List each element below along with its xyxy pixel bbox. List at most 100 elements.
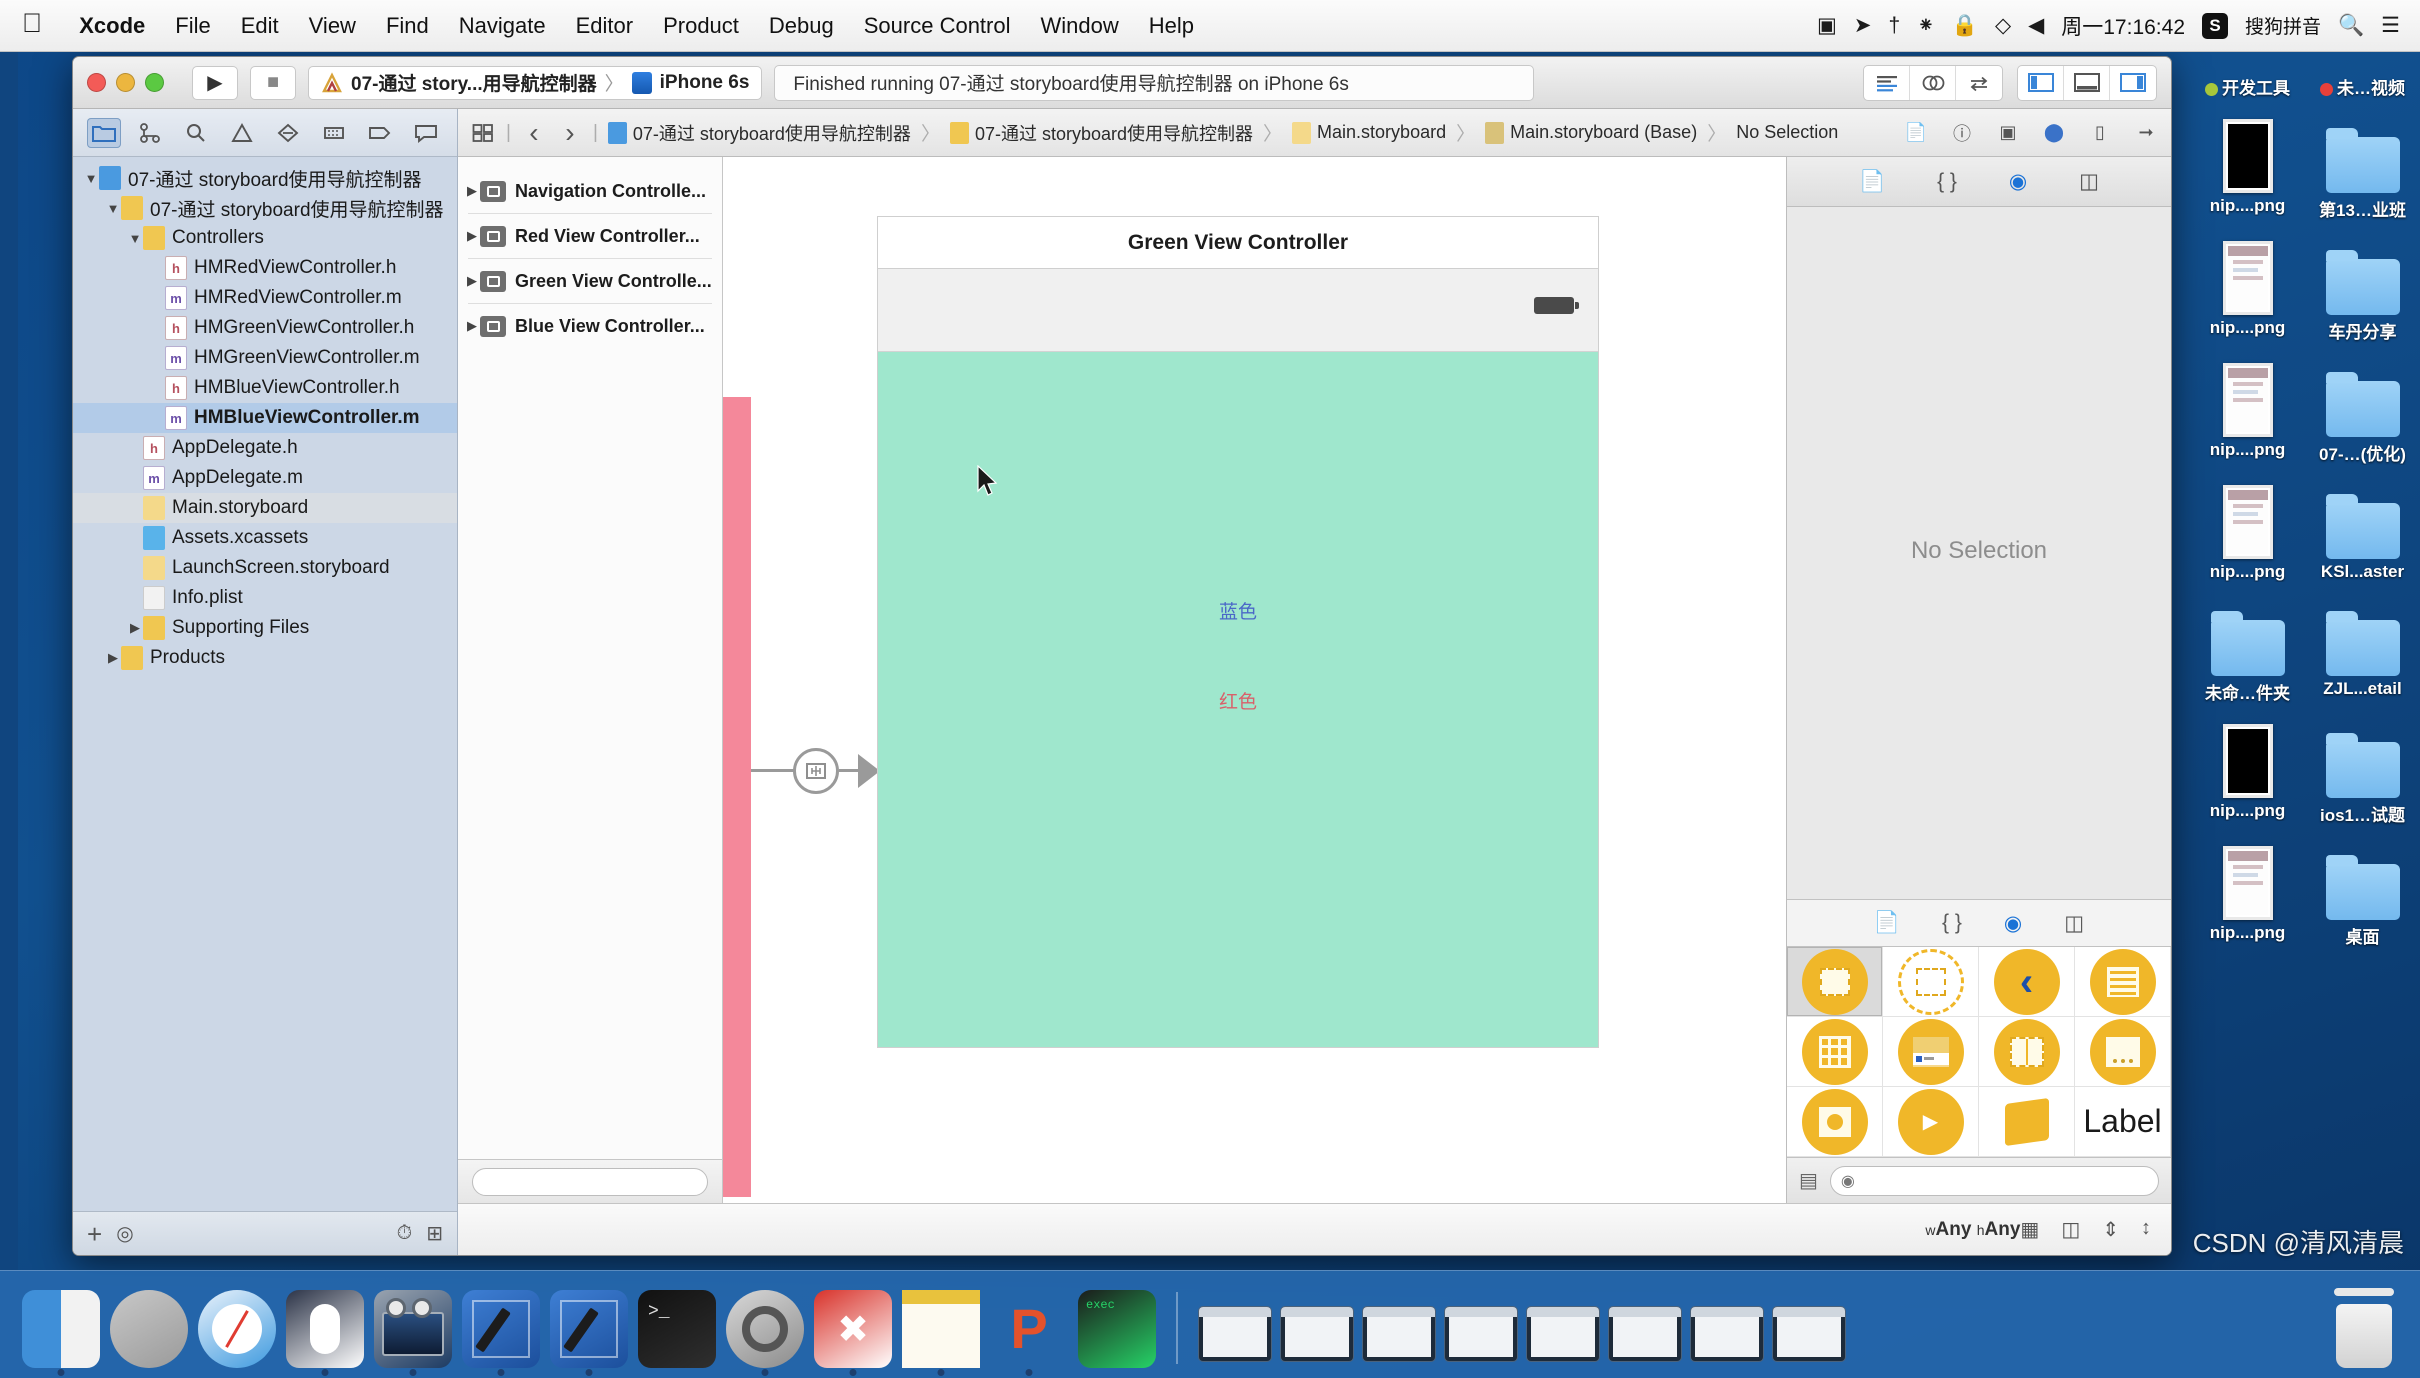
desktop-icon[interactable]: nip....png [2190, 465, 2305, 582]
dock-item-finder[interactable] [22, 1290, 100, 1376]
unsaved-files-icon[interactable]: ⊞ [426, 1221, 443, 1246]
disclosure-triangle-icon[interactable]: ▶ [464, 228, 480, 244]
desktop-icon[interactable]: ios1…试题 [2305, 704, 2420, 826]
dock-item-system-preferences[interactable] [726, 1290, 804, 1376]
menu-item-navigate[interactable]: Navigate [444, 13, 561, 39]
outline-row[interactable]: ▶ Red View Controller... [458, 214, 722, 258]
dock-minimized-window[interactable] [1526, 1306, 1600, 1362]
disclosure-triangle-icon[interactable]: ▶ [464, 273, 480, 289]
disclosure-triangle-icon[interactable]: ▶ [464, 318, 480, 334]
navigator-tab-breakpoint[interactable] [363, 118, 397, 148]
library-item-page-view-controller-object[interactable] [2075, 1017, 2171, 1087]
navigator-row[interactable]: m HMBlueViewController.m [73, 403, 457, 433]
library-item-storyboard-reference-object[interactable] [1883, 947, 1979, 1017]
page-icon[interactable]: 📄 [1903, 120, 1929, 146]
navigator-tab-debug[interactable] [317, 118, 351, 148]
toggle-debug-area-icon[interactable] [2064, 65, 2110, 100]
dock-item-exec-app[interactable]: exec [1078, 1290, 1156, 1368]
dock-item-notes[interactable] [902, 1290, 980, 1376]
library-item-object-cube[interactable] [1979, 1087, 2075, 1157]
arrow-icon[interactable]: ➞ [2133, 120, 2159, 146]
desktop-icon[interactable]: ZJL...etail [2305, 582, 2420, 704]
dock-minimized-window[interactable] [1362, 1306, 1436, 1362]
navigator-row[interactable]: LaunchScreen.storyboard [73, 553, 457, 583]
breadcrumb-item[interactable]: Main.storyboard [1292, 121, 1446, 144]
filter-icon[interactable]: ◎ [116, 1221, 133, 1246]
navigator-row[interactable]: h HMRedViewController.h [73, 253, 457, 283]
ime-label[interactable]: 搜狗拼音 [2245, 12, 2321, 39]
navigator-row[interactable]: h HMGreenViewController.h [73, 313, 457, 343]
scene-content-view[interactable]: 蓝色 红色 [878, 352, 1598, 1047]
resolve-icon[interactable]: ↕ [2141, 1217, 2151, 1242]
code-snippet-library-icon[interactable]: { } [1942, 911, 1962, 935]
menu-item-window[interactable]: Window [1026, 13, 1134, 39]
recent-files-icon[interactable]: ⏱ [397, 1222, 413, 1245]
file-inspector-icon[interactable]: 📄 [1859, 170, 1885, 194]
trash-icon[interactable] [2330, 1288, 2398, 1368]
dock-item-mouse-app[interactable] [286, 1290, 364, 1376]
disclosure-triangle-icon[interactable]: ▼ [105, 201, 121, 216]
disclosure-triangle-icon[interactable]: ▼ [83, 171, 99, 186]
menu-item-source-control[interactable]: Source Control [849, 13, 1026, 39]
breadcrumb-item[interactable]: 07-通过 storyboard使用导航控制器 [949, 120, 1253, 146]
library-item-table-view-controller-object[interactable] [2075, 947, 2171, 1017]
library-item-tab-bar-controller-object[interactable] [1883, 1017, 1979, 1087]
menu-bar-clock[interactable]: 周一17:16:42 [2061, 11, 2185, 41]
disclosure-triangle-icon[interactable]: ▶ [464, 183, 480, 199]
desktop-icon[interactable]: 第13…业班 [2305, 99, 2420, 221]
menu-item-product[interactable]: Product [648, 13, 754, 39]
standard-editor-icon[interactable] [1864, 65, 1910, 100]
library-item-view-controller-object[interactable] [1787, 947, 1883, 1017]
ime-badge-icon[interactable]: S [2202, 12, 2228, 39]
toggle-utilities-icon[interactable] [2110, 66, 2156, 100]
navigator-row[interactable]: m HMRedViewController.m [73, 283, 457, 313]
navigator-row[interactable]: h HMBlueViewController.h [73, 373, 457, 403]
quick-help-icon[interactable]: { } [1937, 170, 1957, 194]
disclosure-triangle-icon[interactable]: ▶ [105, 650, 121, 666]
dock-item-quicktime[interactable] [374, 1290, 452, 1376]
file-template-library-icon[interactable]: 📄 [1874, 911, 1900, 935]
navigator-row[interactable]: m AppDelegate.m [73, 463, 457, 493]
dock-item-xmind[interactable]: ✖ [814, 1290, 892, 1376]
identity-inspector-icon[interactable]: ◉ [2009, 169, 2027, 194]
desktop-icon[interactable]: nip....png [2190, 221, 2305, 343]
menu-item-edit[interactable]: Edit [226, 13, 294, 39]
outline-filter-field[interactable] [472, 1167, 708, 1196]
desktop-icon[interactable]: nip....png [2190, 826, 2305, 948]
navigator-row[interactable]: ▼ 07-通过 storyboard使用导航控制器 [73, 163, 457, 193]
dock-item-launchpad[interactable] [110, 1290, 188, 1368]
version-editor-icon[interactable] [1956, 66, 2002, 100]
dock-minimized-window[interactable] [1690, 1306, 1764, 1362]
control-center-icon[interactable]: ☰ [2381, 15, 2400, 36]
label-red[interactable]: 红色 [878, 687, 1598, 714]
minimize-button[interactable] [116, 73, 135, 92]
desktop-icon[interactable]: 桌面 [2305, 826, 2420, 948]
align-icon[interactable]: ⇕ [2102, 1217, 2119, 1242]
desktop-icon[interactable]: 车丹分享 [2305, 221, 2420, 343]
zoom-button[interactable] [145, 73, 164, 92]
location-icon[interactable]: ➤ [1854, 15, 1872, 36]
navigator-tab-find[interactable] [179, 118, 213, 148]
desktop-tag-0[interactable]: 开发工具 [2190, 66, 2305, 99]
navigator-row[interactable]: Info.plist [73, 583, 457, 613]
media-library-icon[interactable]: ◫ [2064, 911, 2084, 936]
navigator-row[interactable]: ▼ 07-通过 storyboard使用导航控制器 [73, 193, 457, 223]
dock-item-xcode-beta[interactable] [550, 1290, 628, 1376]
grid-view-icon[interactable]: ▤ [1799, 1168, 1818, 1193]
disclosure-triangle-icon[interactable]: ▼ [127, 231, 143, 246]
desktop-icon[interactable]: nip....png [2190, 343, 2305, 465]
label-blue[interactable]: 蓝色 [878, 597, 1598, 624]
minimap-icon[interactable]: ▣ [1995, 120, 2021, 146]
menu-item-find[interactable]: Find [371, 13, 444, 39]
library-item-split-view-controller-object[interactable] [1979, 1017, 2075, 1087]
navigator-tab-test[interactable] [271, 118, 305, 148]
dock-item-paw[interactable]: P [990, 1290, 1068, 1376]
library-item-collection-view-controller-object[interactable] [1787, 1017, 1883, 1087]
document-outline-list[interactable]: ▶ Navigation Controlle... ▶ Red View Contro… [458, 157, 722, 1159]
library-item-navigation-controller-object[interactable]: ‹ [1979, 947, 2075, 1017]
back-button[interactable]: ‹ [521, 117, 547, 148]
menu-item-help[interactable]: Help [1134, 13, 1209, 39]
attributes-inspector-icon[interactable]: ◫ [2079, 169, 2099, 194]
library-item-avkit-player-view-controller-object[interactable]: ▶ [1883, 1087, 1979, 1157]
embed-icon[interactable]: ◫ [2061, 1217, 2080, 1242]
